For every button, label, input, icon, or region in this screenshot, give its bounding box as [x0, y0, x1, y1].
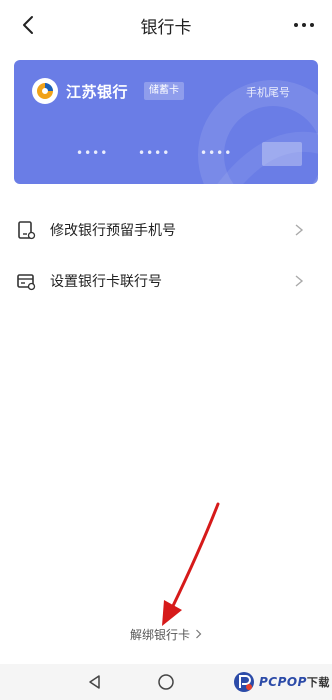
card-number-group: ••••: [138, 146, 171, 160]
menu-item-label: 设置银行卡联行号: [50, 274, 162, 290]
page-title: 银行卡: [140, 17, 192, 38]
bank-name: 江苏银行: [66, 83, 129, 101]
card-number-tail-masked: [262, 142, 302, 166]
annotation-arrow: [162, 502, 220, 626]
nav-home-button[interactable]: [155, 671, 177, 693]
nav-back-button[interactable]: [84, 671, 106, 693]
back-button[interactable]: [16, 13, 40, 37]
card-settings-icon: [16, 271, 36, 291]
watermark: PCPOP下载: [232, 668, 330, 696]
triangle-back-icon: [89, 675, 100, 689]
chevron-left-icon: [23, 16, 33, 34]
bank-logo-icon: [37, 83, 53, 99]
card-number-group: ••••: [200, 146, 233, 160]
menu-item-label: 修改银行预留手机号: [50, 223, 176, 239]
menu-item-change-phone[interactable]: 修改银行预留手机号: [0, 205, 332, 255]
chevron-right-icon: [295, 275, 304, 287]
menu-item-set-bank-code[interactable]: 设置银行卡联行号: [0, 256, 332, 306]
chevron-right-icon: [295, 224, 304, 236]
top-bar: 银行卡: [0, 0, 332, 50]
watermark-text: PCPOP下载: [259, 675, 330, 689]
unbind-card-button[interactable]: 解绑银行卡: [0, 624, 332, 644]
bank-card[interactable]: 江苏银行 储蓄卡 手机尾号 •••• •••• ••••: [14, 60, 318, 184]
more-dots-icon: [294, 23, 314, 27]
pcpop-logo-icon: [234, 672, 254, 692]
more-options-button[interactable]: [290, 13, 318, 37]
phone-tail-label: 手机尾号: [246, 86, 290, 99]
bank-logo: [32, 78, 58, 104]
chevron-right-icon: [196, 629, 202, 639]
card-number-group: ••••: [76, 146, 109, 160]
phone-edit-icon: [16, 220, 36, 240]
card-type-badge: 储蓄卡: [144, 82, 184, 100]
unbind-card-label: 解绑银行卡: [129, 627, 190, 642]
circle-home-icon: [158, 674, 174, 690]
